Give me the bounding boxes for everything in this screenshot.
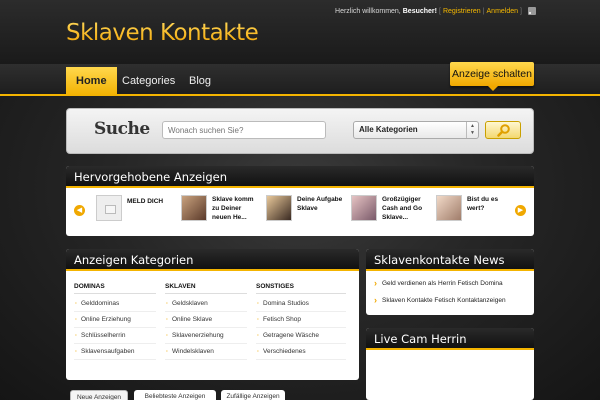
- livecam-panel: Live Cam Herrin: [366, 328, 534, 400]
- featured-item-title[interactable]: Deine Aufgabe Sklave: [297, 195, 345, 213]
- site-header: Sklaven Kontakte Herzlich willkommen, Be…: [0, 0, 600, 64]
- search-panel: Suche Alle Kategorien ▲▼: [66, 108, 534, 154]
- featured-item-title[interactable]: Bist du es wert?: [467, 195, 515, 213]
- nav-blog[interactable]: Blog: [179, 67, 221, 96]
- featured-item-title[interactable]: MELD DICH: [127, 197, 175, 206]
- categories-panel: Anzeigen Kategorien DOMINAS Gelddominas …: [66, 249, 359, 380]
- category-link[interactable]: Getragene Wäsche: [256, 328, 346, 344]
- featured-thumbnail[interactable]: [266, 195, 292, 221]
- tab-random-ads[interactable]: Zufällige Anzeigen: [221, 390, 285, 400]
- featured-ads-panel: Hervorgehobene Anzeigen ◀ ▶ MELD DICH Sk…: [66, 166, 534, 236]
- greeting-text: Herzlich willkommen,: [335, 7, 401, 15]
- tab-popular-ads[interactable]: Beliebteste Anzeigen: [134, 390, 216, 400]
- category-link[interactable]: Verschiedenes: [256, 344, 346, 360]
- news-link[interactable]: Geld verdienen als Herrin Fetisch Domina: [374, 278, 503, 288]
- category-column: DOMINAS Gelddominas Online Erziehung Sch…: [74, 283, 156, 360]
- search-button[interactable]: [485, 121, 521, 139]
- nav-home[interactable]: Home: [66, 67, 117, 96]
- category-link[interactable]: Geldsklaven: [165, 296, 247, 312]
- category-link[interactable]: Fetisch Shop: [256, 312, 346, 328]
- featured-thumbnail[interactable]: [351, 195, 377, 221]
- category-link[interactable]: Domina Studios: [256, 296, 346, 312]
- bracket-open: [: [438, 7, 441, 15]
- category-link[interactable]: Sklavenerziehung: [165, 328, 247, 344]
- register-link[interactable]: Registrieren: [443, 8, 481, 15]
- category-link[interactable]: Online Erziehung: [74, 312, 156, 328]
- user-bar: Herzlich willkommen, Besucher! [ Registr…: [335, 7, 536, 15]
- search-input[interactable]: [162, 121, 326, 139]
- separator: |: [482, 7, 485, 15]
- visitor-name: Besucher!: [402, 7, 437, 15]
- category-heading: SKLAVEN: [165, 283, 196, 290]
- divider: [256, 293, 346, 294]
- search-title: Suche: [94, 119, 150, 139]
- rss-icon[interactable]: [528, 7, 536, 15]
- divider: [165, 293, 247, 294]
- category-heading: SONSTIGES: [256, 283, 294, 290]
- chevron-left-icon[interactable]: ◀: [74, 205, 85, 216]
- category-select[interactable]: Alle Kategorien ▲ ▼: [353, 121, 479, 139]
- featured-title: Hervorgehobene Anzeigen: [66, 166, 534, 188]
- magnifier-icon: [497, 124, 510, 137]
- category-column: SONSTIGES Domina Studios Fetisch Shop Ge…: [256, 283, 346, 360]
- bracket-close: ]: [520, 7, 522, 15]
- category-column: SKLAVEN Geldsklaven Online Sklave Sklave…: [165, 283, 247, 360]
- divider: [74, 293, 156, 294]
- nav-categories[interactable]: Categories: [112, 67, 185, 96]
- featured-item-title[interactable]: Großzügiger Cash and Go Sklave...: [382, 195, 430, 222]
- news-title: Sklavenkontakte News: [366, 249, 534, 271]
- image-placeholder-icon[interactable]: [96, 195, 122, 221]
- featured-thumbnail[interactable]: [436, 195, 462, 221]
- category-link[interactable]: Sklavensaufgaben: [74, 344, 156, 360]
- post-ad-button[interactable]: Anzeige schalten: [450, 62, 534, 91]
- site-logo[interactable]: Sklaven Kontakte: [66, 20, 259, 46]
- livecam-title: Live Cam Herrin: [366, 328, 534, 350]
- category-heading: DOMINAS: [74, 283, 105, 290]
- news-link[interactable]: Sklaven Kontakte Fetisch Kontaktanzeigen: [374, 295, 506, 305]
- featured-thumbnail[interactable]: [181, 195, 207, 221]
- category-link[interactable]: Online Sklave: [165, 312, 247, 328]
- login-link[interactable]: Anmelden: [487, 8, 519, 15]
- category-link[interactable]: Windelsklaven: [165, 344, 247, 360]
- category-link[interactable]: Schlüsselherrin: [74, 328, 156, 344]
- category-select-value: Alle Kategorien: [359, 125, 418, 134]
- news-panel: Sklavenkontakte News Geld verdienen als …: [366, 249, 534, 315]
- tab-new-ads[interactable]: Neue Anzeigen: [70, 390, 128, 400]
- chevron-right-icon[interactable]: ▶: [515, 205, 526, 216]
- category-link[interactable]: Gelddominas: [74, 296, 156, 312]
- categories-title: Anzeigen Kategorien: [66, 249, 359, 271]
- select-arrows-icon: ▲ ▼: [466, 122, 478, 138]
- featured-item-title[interactable]: Sklave komm zu Deiner neuen He...: [212, 195, 260, 222]
